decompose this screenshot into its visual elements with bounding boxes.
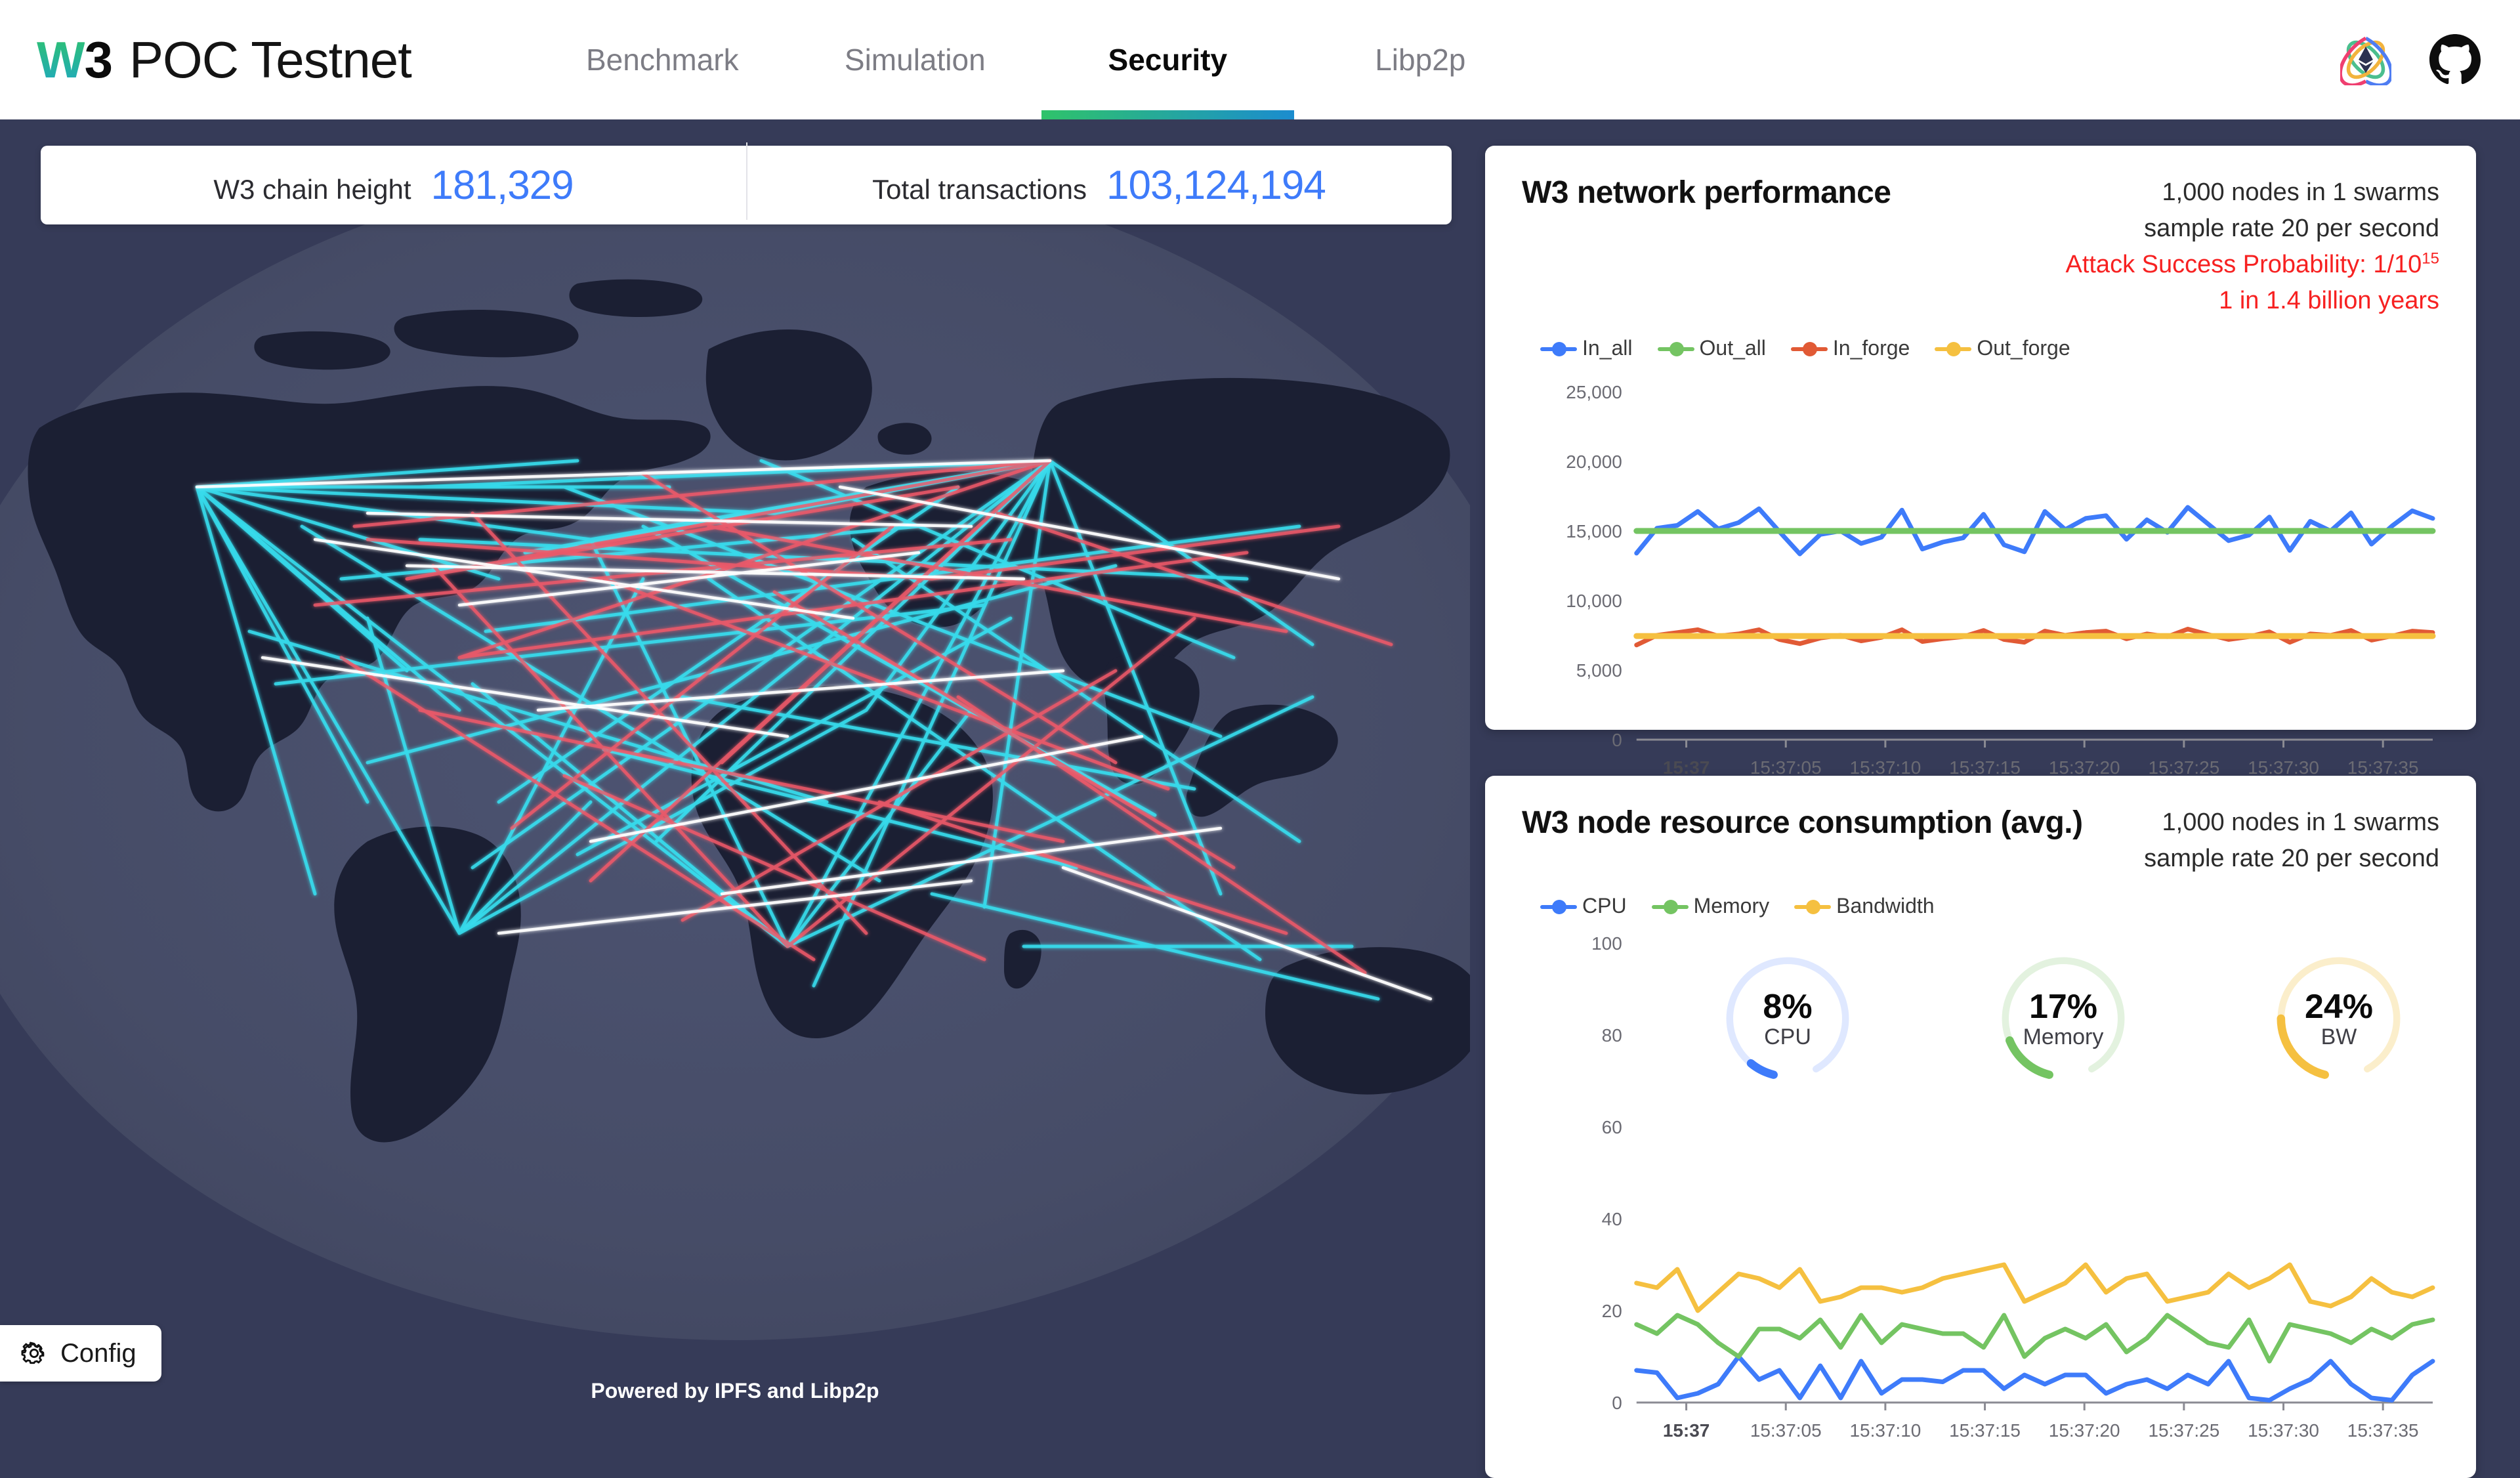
legend-label-in-all: In_all: [1582, 336, 1633, 360]
res-meta-nodes: 1,000 nodes in 1 swarms: [2162, 809, 2439, 836]
perf-meta-samplerate: sample rate 20 per second: [2144, 215, 2439, 243]
performance-panel-title: W3 network performance: [1522, 175, 1891, 210]
tab-simulation[interactable]: Simulation: [789, 0, 1041, 119]
svg-text:15:37: 15:37: [1663, 1420, 1710, 1441]
svg-text:100: 100: [1591, 933, 1622, 954]
legend-marker-out-all: [1657, 340, 1694, 357]
legend-item-out-forge[interactable]: Out_forge: [1935, 336, 2070, 360]
header-icon-group: [2340, 0, 2520, 119]
legend-marker-in-forge: [1790, 340, 1828, 357]
world-map-visualization[interactable]: [0, 119, 1470, 1418]
perf-meta-attack-probability: Attack Success Probability: 1/1015: [2065, 247, 2439, 283]
svg-text:15:37:25: 15:37:25: [2148, 1420, 2219, 1441]
stat-chain-height-label: W3 chain height: [213, 173, 411, 205]
svg-text:80: 80: [1602, 1025, 1622, 1045]
legend-item-out-all[interactable]: Out_all: [1657, 336, 1766, 360]
resource-panel-header: W3 node resource consumption (avg.) 1,00…: [1522, 805, 2439, 877]
stat-chain-height-value: 181,329: [430, 162, 574, 208]
svg-text:15:37:20: 15:37:20: [2049, 1420, 2120, 1441]
app-header: W 3 POC Testnet Benchmark Simulation Secur…: [0, 0, 2520, 119]
svg-text:15:37:05: 15:37:05: [1750, 1420, 1822, 1441]
main-content: W3 chain height 181,329 Total transactio…: [0, 119, 2520, 1478]
svg-text:15:37:30: 15:37:30: [2248, 1420, 2319, 1441]
network-performance-panel: W3 network performance 1,000 nodes in 1 …: [1485, 146, 2476, 778]
res-meta-samplerate: sample rate 20 per second: [2144, 845, 2439, 873]
legend-marker-in-all: [1540, 340, 1577, 357]
tab-security[interactable]: Security: [1041, 0, 1294, 119]
logo-digit-3: 3: [84, 30, 113, 89]
legend-item-in-all[interactable]: In_all: [1540, 336, 1633, 360]
legend-marker-out-forge: [1935, 340, 1972, 357]
performance-panel-meta: 1,000 nodes in 1 swarms sample rate 20 p…: [2065, 175, 2439, 319]
resource-chart-svg: 0 20 40 60 80 100 15:37 15:37:05 15:37:10 15:37:1…: [1591, 933, 2435, 1441]
svg-text:20,000: 20,000: [1566, 452, 1622, 472]
svg-text:60: 60: [1602, 1117, 1622, 1137]
resource-chart-legend: CPU Memory Bandwidth: [1522, 894, 2439, 918]
performance-panel-header: W3 network performance 1,000 nodes in 1 …: [1522, 175, 2439, 319]
svg-text:15:37:05: 15:37:05: [1750, 757, 1822, 778]
performance-chart-legend: In_all Out_all In_forge Out_forge: [1522, 336, 2439, 360]
performance-chart-svg: 0 5,000 10,000 15,000 20,000 25,000 15:37 15:37…: [1566, 382, 2436, 778]
svg-text:15:37:25: 15:37:25: [2148, 757, 2219, 778]
github-icon[interactable]: [2429, 34, 2481, 85]
svg-text:15:37:10: 15:37:10: [1849, 757, 1921, 778]
app-logo[interactable]: W 3 POC Testnet: [0, 0, 412, 119]
svg-text:15:37:15: 15:37:15: [1949, 1420, 2021, 1441]
stat-total-transactions-label: Total transactions: [872, 173, 1087, 205]
perf-meta-nodes: 1,000 nodes in 1 swarms: [2162, 179, 2439, 206]
config-button[interactable]: Config: [0, 1325, 161, 1382]
legend-label-cpu: CPU: [1582, 894, 1627, 918]
legend-marker-cpu: [1540, 898, 1577, 915]
tab-benchmark[interactable]: Benchmark: [536, 0, 789, 119]
svg-text:15:37:30: 15:37:30: [2248, 757, 2319, 778]
svg-text:25,000: 25,000: [1566, 382, 1622, 402]
svg-text:0: 0: [1612, 730, 1622, 750]
svg-text:40: 40: [1602, 1209, 1622, 1229]
legend-label-out-forge: Out_forge: [1977, 336, 2070, 360]
ethereum-logo-icon[interactable]: [2340, 34, 2391, 85]
attack-probability-text: Attack Success Probability: 1/10: [2065, 251, 2422, 279]
legend-item-bandwidth[interactable]: Bandwidth: [1794, 894, 1935, 918]
tab-libp2p[interactable]: Libp2p: [1294, 0, 1547, 119]
main-nav: Benchmark Simulation Security Libp2p: [536, 0, 1547, 119]
config-button-label: Config: [60, 1338, 136, 1368]
attack-probability-exponent: 15: [2422, 249, 2439, 268]
svg-text:15:37: 15:37: [1663, 757, 1710, 778]
svg-text:15:37:10: 15:37:10: [1849, 1420, 1921, 1441]
stat-chain-height: W3 chain height 181,329: [41, 162, 746, 209]
logo-title-text: POC Testnet: [129, 30, 412, 89]
resource-panel-meta: 1,000 nodes in 1 swarms sample rate 20 p…: [2144, 805, 2439, 877]
stat-total-transactions: Total transactions 103,124,194: [746, 142, 1452, 220]
svg-text:15:37:15: 15:37:15: [1949, 757, 2021, 778]
legend-marker-memory: [1651, 898, 1689, 915]
perf-meta-years: 1 in 1.4 billion years: [2219, 287, 2439, 315]
network-performance-chart[interactable]: 0 5,000 10,000 15,000 20,000 25,000 15:37 15:37…: [1522, 372, 2439, 792]
svg-text:20: 20: [1602, 1301, 1622, 1321]
svg-text:15,000: 15,000: [1566, 521, 1622, 541]
legend-item-in-forge[interactable]: In_forge: [1790, 336, 1910, 360]
logo-letter-w: W: [37, 30, 85, 89]
legend-label-memory: Memory: [1693, 894, 1770, 918]
svg-text:15:37:35: 15:37:35: [2347, 1420, 2419, 1441]
legend-item-cpu[interactable]: CPU: [1540, 894, 1627, 918]
legend-label-in-forge: In_forge: [1832, 336, 1910, 360]
svg-text:0: 0: [1612, 1393, 1622, 1413]
legend-marker-bandwidth: [1794, 898, 1832, 915]
svg-text:15:37:35: 15:37:35: [2347, 757, 2419, 778]
footer-credit: Powered by IPFS and Libp2p: [591, 1379, 879, 1403]
world-map-canvas: [0, 119, 1470, 1418]
svg-text:5,000: 5,000: [1576, 660, 1622, 681]
network-stats-bar: W3 chain height 181,329 Total transactio…: [41, 142, 1452, 224]
svg-text:15:37:20: 15:37:20: [2049, 757, 2120, 778]
node-resource-panel: W3 node resource consumption (avg.) 1,00…: [1485, 776, 2476, 1478]
legend-item-memory[interactable]: Memory: [1651, 894, 1770, 918]
node-resource-chart[interactable]: 0 20 40 60 80 100 15:37 15:37:05 15:37:10 15:37:1…: [1522, 930, 2439, 1455]
svg-text:10,000: 10,000: [1566, 591, 1622, 611]
legend-label-out-all: Out_all: [1699, 336, 1766, 360]
stat-total-transactions-value: 103,124,194: [1106, 162, 1326, 208]
resource-panel-title: W3 node resource consumption (avg.): [1522, 805, 2083, 840]
gear-icon: [21, 1341, 45, 1364]
legend-label-bandwidth: Bandwidth: [1836, 894, 1935, 918]
